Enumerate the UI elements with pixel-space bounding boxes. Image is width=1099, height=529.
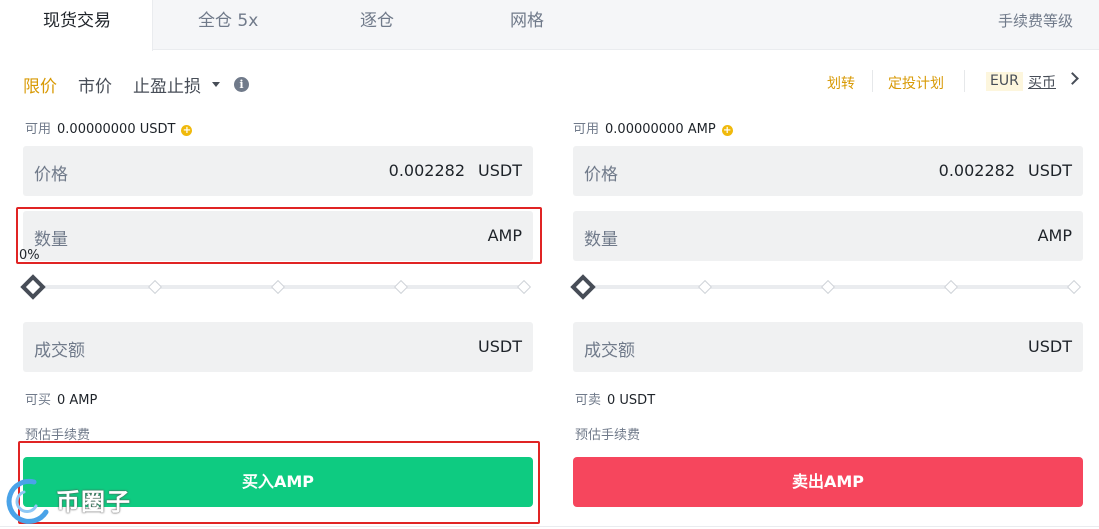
- max-buy-value: 0 AMP: [57, 393, 98, 408]
- price-unit: USDT: [1028, 161, 1072, 180]
- price-value[interactable]: 0.002282: [939, 161, 1015, 180]
- amount-unit: AMP: [1037, 226, 1072, 245]
- slider-mark-50[interactable]: [820, 279, 836, 295]
- sell-button[interactable]: 卖出AMP: [573, 457, 1083, 507]
- slider-percent: 0%: [19, 248, 40, 263]
- estimated-fee-label: 预估手续费: [25, 428, 91, 443]
- total-unit: USDT: [478, 337, 522, 356]
- sell-price-input[interactable]: 价格 0.002282 USDT: [573, 146, 1083, 196]
- available-value: 0.00000000 AMP: [605, 122, 716, 137]
- amount-label: 数量: [584, 230, 618, 250]
- buy-panel: 可用 0.00000000 USDT + 价格 0.002282 USDT 数量 A…: [19, 0, 533, 529]
- price-value[interactable]: 0.002282: [389, 161, 465, 180]
- available-value: 0.00000000 USDT: [57, 122, 176, 137]
- available-label: 可用: [25, 122, 52, 137]
- amount-label: 数量: [34, 230, 68, 250]
- slider-mark-75[interactable]: [943, 279, 959, 295]
- total-label: 成交额: [584, 341, 635, 361]
- slider-mark-100[interactable]: [516, 279, 532, 295]
- watermark: 币圈子: [4, 474, 154, 526]
- max-buy: 可买 0 AMP: [25, 389, 97, 408]
- slider-mark-25[interactable]: [697, 279, 713, 295]
- buy-available: 可用 0.00000000 USDT +: [25, 118, 193, 137]
- spot-order-form: 现货交易 全仓 5x 逐仓 网格 手续费等级 限价 市价 止盈止损 i 划转 定…: [0, 0, 1099, 529]
- slider-handle[interactable]: [20, 274, 46, 300]
- buy-total-input[interactable]: 成交额 USDT: [23, 322, 533, 372]
- watermark-logo-icon: [6, 478, 49, 524]
- sell-panel: 可用 0.00000000 AMP + 价格 0.002282 USDT 数量 AM…: [570, 0, 1083, 529]
- slider-mark-50[interactable]: [270, 279, 286, 295]
- available-label: 可用: [573, 122, 600, 137]
- sell-amount-input[interactable]: 数量 AMP: [573, 211, 1083, 261]
- amount-unit: AMP: [487, 226, 522, 245]
- buy-price-input[interactable]: 价格 0.002282 USDT: [23, 146, 533, 196]
- divider: [0, 526, 1099, 527]
- slider-mark-100[interactable]: [1066, 279, 1082, 295]
- price-label: 价格: [34, 165, 68, 185]
- slider-handle[interactable]: [570, 274, 596, 300]
- price-unit: USDT: [478, 161, 522, 180]
- buy-amount-input[interactable]: 数量 AMP: [23, 211, 533, 261]
- max-sell-value: 0 USDT: [607, 393, 656, 408]
- max-buy-label: 可买: [25, 393, 52, 408]
- sell-total-input[interactable]: 成交额 USDT: [573, 322, 1083, 372]
- estimated-fee-label: 预估手续费: [575, 428, 641, 443]
- slider-mark-25[interactable]: [147, 279, 163, 295]
- sell-amount-slider[interactable]: [570, 274, 1083, 300]
- total-label: 成交额: [34, 341, 85, 361]
- price-label: 价格: [584, 165, 618, 185]
- total-unit: USDT: [1028, 337, 1072, 356]
- plus-circle-icon[interactable]: +: [181, 125, 193, 136]
- watermark-text: 币圈子: [56, 488, 131, 516]
- plus-circle-icon[interactable]: +: [721, 125, 733, 136]
- max-sell: 可卖 0 USDT: [575, 389, 655, 408]
- max-sell-label: 可卖: [575, 393, 602, 408]
- buy-amount-slider[interactable]: [20, 274, 533, 300]
- sell-available: 可用 0.00000000 AMP +: [573, 118, 733, 137]
- slider-mark-75[interactable]: [393, 279, 409, 295]
